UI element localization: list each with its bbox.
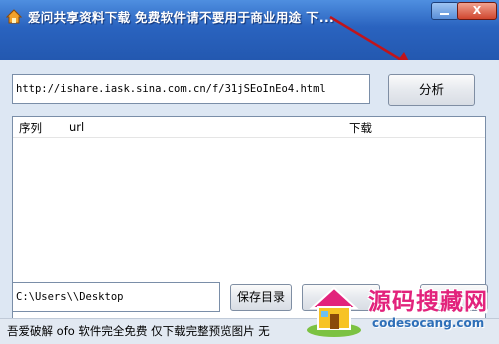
house-logo-icon bbox=[307, 286, 361, 337]
status-text: 吾爱破解 ofo 软件完全免费 仅下载完整预览图片 无 bbox=[7, 324, 270, 338]
url-input[interactable]: http://ishare.iask.sina.com.cn/f/31jSEoI… bbox=[12, 74, 370, 104]
column-header-url[interactable]: url bbox=[69, 120, 84, 134]
watermark-name: 源码搜藏网 bbox=[368, 289, 488, 315]
save-path-input[interactable]: C:\Users\\Desktop bbox=[12, 282, 220, 312]
column-header-download[interactable]: 下载 bbox=[349, 120, 372, 136]
minimize-button[interactable] bbox=[431, 2, 459, 20]
list-header: 序列 url 下载 bbox=[13, 117, 485, 138]
title-bar: 爱问共享资料下载 免费软件请不要用于商业用途 下... X bbox=[0, 0, 499, 61]
save-directory-button[interactable]: 保存目录 bbox=[230, 284, 292, 311]
watermark-url: codesocang.com bbox=[372, 316, 485, 330]
column-header-index[interactable]: 序列 bbox=[19, 120, 42, 136]
window-title: 爱问共享资料下载 免费软件请不要用于商业用途 下... bbox=[28, 10, 335, 25]
app-icon bbox=[6, 9, 22, 24]
analyze-button[interactable]: 分析 bbox=[388, 74, 475, 106]
close-button[interactable]: X bbox=[457, 2, 497, 20]
watermark-logo: 源码搜藏网 codesocang.com bbox=[304, 280, 496, 340]
